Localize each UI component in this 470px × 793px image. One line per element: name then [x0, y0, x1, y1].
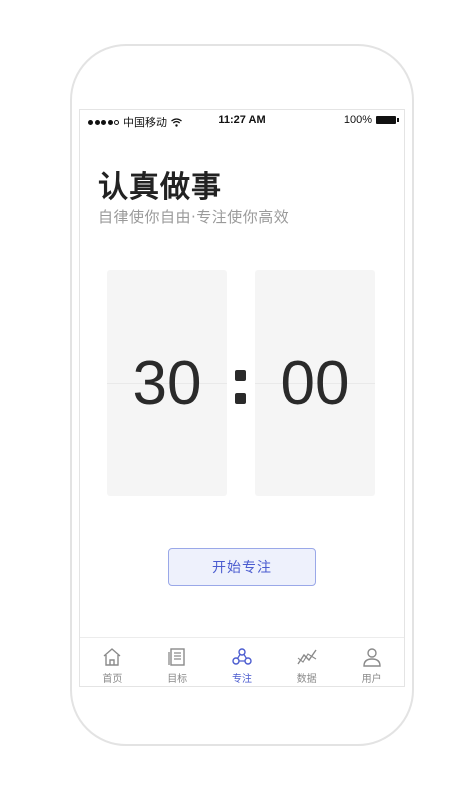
- minutes-value: 30: [132, 349, 202, 418]
- tab-data[interactable]: 数据: [274, 638, 339, 686]
- tab-label: 专注: [231, 674, 252, 685]
- tab-label: 目标: [167, 674, 188, 685]
- start-focus-button[interactable]: 开始专注: [168, 548, 316, 586]
- tab-bar: 首页 目标 专注 数据 用户: [80, 637, 404, 686]
- tab-label: 数据: [296, 674, 317, 685]
- home-icon: [103, 648, 121, 666]
- tab-home[interactable]: 首页: [80, 638, 145, 686]
- status-bar: 中国移动 11:27 AM 100%: [80, 110, 404, 130]
- page-subtitle: 自律使你自由·专注使你高效: [98, 208, 290, 226]
- timer-colon: [235, 370, 247, 416]
- tab-label: 首页: [102, 674, 123, 685]
- user-icon: [362, 648, 381, 667]
- battery-icon: [376, 116, 399, 124]
- seconds-card: 00: [255, 270, 375, 496]
- seconds-value: 00: [280, 349, 350, 418]
- tab-user[interactable]: 用户: [339, 638, 404, 686]
- tab-target[interactable]: 目标: [145, 638, 210, 686]
- status-right: 100%: [343, 114, 399, 126]
- tab-label: 用户: [361, 674, 382, 685]
- battery-percent: 100%: [343, 114, 372, 126]
- focus-icon: [232, 648, 252, 665]
- minutes-card: 30: [107, 270, 227, 496]
- data-icon: [297, 649, 317, 665]
- tab-focus[interactable]: 专注: [210, 638, 275, 686]
- page-title: 认真做事: [98, 170, 222, 205]
- app-screen: 中国移动 11:27 AM 100% 认真做事 自律使你自由·专注使你高效 30…: [79, 109, 405, 687]
- target-icon: [168, 648, 185, 666]
